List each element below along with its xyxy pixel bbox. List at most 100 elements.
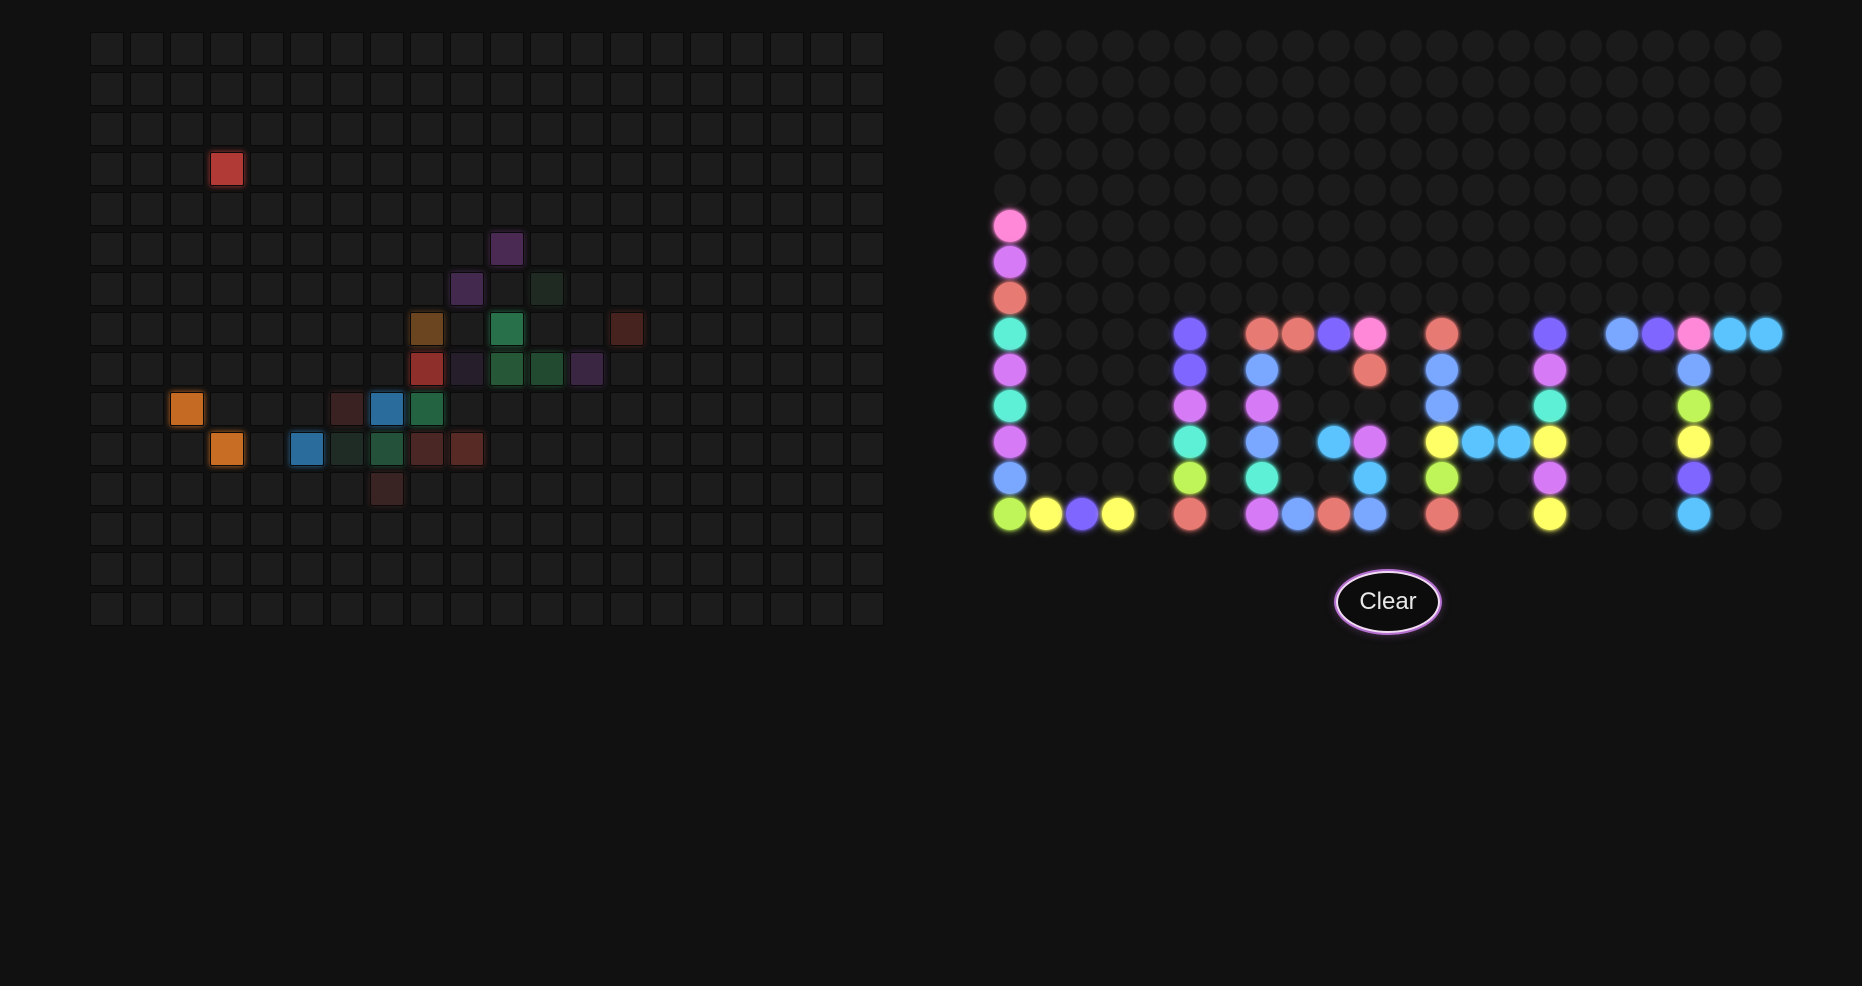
grid-pad[interactable] — [610, 352, 644, 386]
led-dot[interactable] — [1282, 498, 1314, 530]
grid-pad[interactable] — [170, 552, 204, 586]
led-dot[interactable] — [1750, 30, 1782, 62]
grid-pad[interactable] — [130, 552, 164, 586]
grid-pad[interactable] — [530, 592, 564, 626]
led-dot[interactable] — [1750, 66, 1782, 98]
led-dot[interactable] — [1750, 390, 1782, 422]
led-dot[interactable] — [1390, 246, 1422, 278]
led-dot[interactable] — [1210, 66, 1242, 98]
grid-pad[interactable] — [490, 272, 524, 306]
grid-pad[interactable] — [770, 552, 804, 586]
grid-pad[interactable] — [810, 112, 844, 146]
led-dot[interactable] — [1462, 426, 1494, 458]
grid-pad[interactable] — [170, 112, 204, 146]
grid-pad[interactable] — [850, 32, 884, 66]
grid-pad[interactable] — [330, 72, 364, 106]
led-dot[interactable] — [1570, 390, 1602, 422]
grid-pad[interactable] — [90, 352, 124, 386]
grid-pad[interactable] — [90, 512, 124, 546]
led-dot[interactable] — [1246, 30, 1278, 62]
grid-pad[interactable] — [610, 192, 644, 226]
led-dot[interactable] — [1462, 354, 1494, 386]
grid-pad[interactable] — [850, 272, 884, 306]
led-dot[interactable] — [1066, 66, 1098, 98]
grid-pad[interactable] — [90, 272, 124, 306]
led-dot[interactable] — [1714, 102, 1746, 134]
grid-pad[interactable] — [330, 552, 364, 586]
grid-pad[interactable] — [650, 72, 684, 106]
led-dot[interactable] — [1282, 102, 1314, 134]
grid-pad[interactable] — [450, 112, 484, 146]
grid-pad[interactable] — [90, 472, 124, 506]
led-dot[interactable] — [1426, 210, 1458, 242]
grid-pad[interactable] — [730, 392, 764, 426]
led-dot[interactable] — [1282, 462, 1314, 494]
led-dot[interactable] — [1210, 138, 1242, 170]
grid-pad[interactable] — [250, 552, 284, 586]
grid-pad[interactable] — [370, 592, 404, 626]
led-dot[interactable] — [1426, 102, 1458, 134]
grid-pad[interactable] — [490, 152, 524, 186]
led-dot[interactable] — [1714, 498, 1746, 530]
led-dot[interactable] — [1138, 354, 1170, 386]
led-dot[interactable] — [1030, 30, 1062, 62]
led-dot[interactable] — [1210, 30, 1242, 62]
grid-pad[interactable] — [330, 152, 364, 186]
grid-pad[interactable] — [170, 72, 204, 106]
led-dot[interactable] — [1570, 102, 1602, 134]
grid-pad[interactable] — [130, 232, 164, 266]
grid-pad[interactable] — [330, 232, 364, 266]
led-dot[interactable] — [1174, 318, 1206, 350]
grid-pad[interactable] — [610, 232, 644, 266]
led-dot[interactable] — [1750, 498, 1782, 530]
led-dot[interactable] — [994, 210, 1026, 242]
grid-pad[interactable] — [290, 392, 324, 426]
grid-pad[interactable] — [90, 152, 124, 186]
led-dot[interactable] — [1606, 30, 1638, 62]
grid-pad[interactable] — [650, 232, 684, 266]
led-dot[interactable] — [1462, 174, 1494, 206]
led-dot[interactable] — [1678, 210, 1710, 242]
grid-pad[interactable] — [210, 152, 244, 186]
grid-pad[interactable] — [690, 232, 724, 266]
grid-pad[interactable] — [690, 432, 724, 466]
led-dot[interactable] — [1750, 318, 1782, 350]
grid-pad[interactable] — [210, 32, 244, 66]
led-dot[interactable] — [1318, 462, 1350, 494]
led-dot[interactable] — [1750, 462, 1782, 494]
led-dot[interactable] — [1390, 426, 1422, 458]
grid-pad[interactable] — [810, 432, 844, 466]
led-dot[interactable] — [1246, 66, 1278, 98]
led-dot[interactable] — [1714, 210, 1746, 242]
grid-pad[interactable] — [450, 552, 484, 586]
led-dot[interactable] — [1750, 210, 1782, 242]
grid-pad[interactable] — [210, 432, 244, 466]
grid-pad[interactable] — [250, 192, 284, 226]
led-dot[interactable] — [1282, 426, 1314, 458]
grid-pad[interactable] — [410, 272, 444, 306]
grid-pad[interactable] — [770, 392, 804, 426]
grid-pad[interactable] — [450, 232, 484, 266]
grid-pad[interactable] — [730, 352, 764, 386]
led-dot[interactable] — [1282, 210, 1314, 242]
grid-pad[interactable] — [450, 432, 484, 466]
grid-pad[interactable] — [410, 472, 444, 506]
led-dot[interactable] — [1570, 462, 1602, 494]
grid-pad[interactable] — [410, 152, 444, 186]
grid-pad[interactable] — [650, 112, 684, 146]
led-dot[interactable] — [1426, 30, 1458, 62]
grid-pad[interactable] — [490, 512, 524, 546]
led-dot[interactable] — [1354, 30, 1386, 62]
grid-pad[interactable] — [850, 152, 884, 186]
grid-pad[interactable] — [530, 392, 564, 426]
led-dot[interactable] — [1102, 66, 1134, 98]
led-dot[interactable] — [1138, 210, 1170, 242]
led-dot[interactable] — [1354, 246, 1386, 278]
led-dot[interactable] — [1606, 210, 1638, 242]
led-dot[interactable] — [1426, 462, 1458, 494]
grid-pad[interactable] — [90, 232, 124, 266]
led-dot[interactable] — [1570, 138, 1602, 170]
grid-pad[interactable] — [690, 512, 724, 546]
led-dot[interactable] — [1714, 138, 1746, 170]
grid-pad[interactable] — [730, 112, 764, 146]
